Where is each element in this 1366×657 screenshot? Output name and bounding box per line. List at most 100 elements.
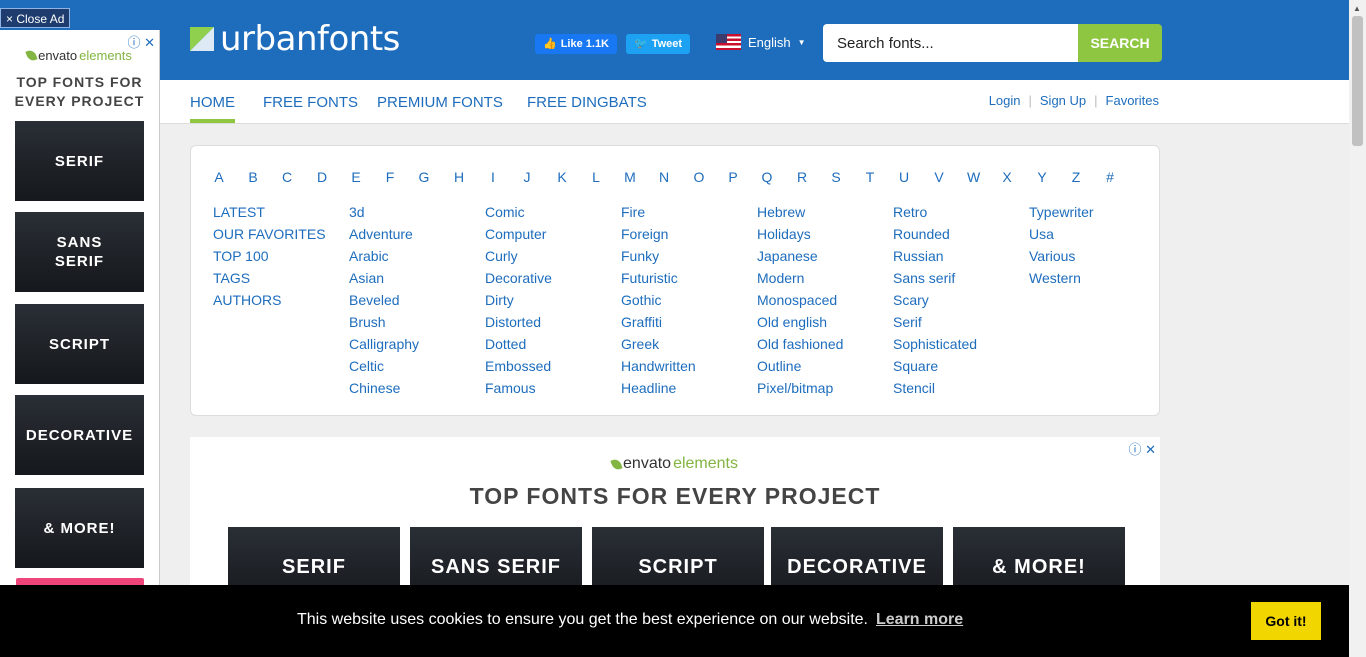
category-link[interactable]: Modern	[757, 267, 843, 289]
category-link[interactable]: Fire	[621, 201, 696, 223]
category-link[interactable]: Famous	[485, 377, 552, 399]
letter-link[interactable]: G	[418, 169, 430, 185]
language-selector[interactable]: English ▼	[716, 34, 806, 50]
scroll-thumb[interactable]	[1352, 16, 1363, 146]
letter-link[interactable]: Q	[761, 169, 773, 185]
category-link[interactable]: Stencil	[893, 377, 977, 399]
scroll-up-icon[interactable]: ▲	[1353, 4, 1361, 13]
category-link[interactable]: Outline	[757, 355, 843, 377]
category-link[interactable]: Western	[1029, 267, 1094, 289]
letter-link[interactable]: X	[1001, 169, 1013, 185]
category-link[interactable]: Graffiti	[621, 311, 696, 333]
category-link[interactable]: Hebrew	[757, 201, 843, 223]
nav-free-dingbats[interactable]: FREE DINGBATS	[527, 94, 647, 111]
category-link[interactable]: Asian	[349, 267, 419, 289]
category-link[interactable]: Monospaced	[757, 289, 843, 311]
category-link[interactable]: Adventure	[349, 223, 419, 245]
category-link[interactable]: Comic	[485, 201, 552, 223]
category-link[interactable]: Embossed	[485, 355, 552, 377]
letter-link[interactable]: V	[933, 169, 945, 185]
site-logo[interactable]: urbanfonts	[190, 22, 400, 56]
category-link[interactable]: Arabic	[349, 245, 419, 267]
side-font-tile[interactable]: SCRIPT	[15, 304, 144, 384]
category-link[interactable]: Beveled	[349, 289, 419, 311]
category-link[interactable]: Dotted	[485, 333, 552, 355]
category-link[interactable]: Old english	[757, 311, 843, 333]
ad-choices-icon[interactable]: ⓘ ✕	[1128, 439, 1156, 458]
category-link[interactable]: Brush	[349, 311, 419, 333]
category-link[interactable]: Headline	[621, 377, 696, 399]
category-link[interactable]: Celtic	[349, 355, 419, 377]
side-ad[interactable]: ⓘ ✕ envato elements TOP FONTS FOR EVERY P…	[0, 30, 160, 630]
tweet-button[interactable]: 🐦 Tweet	[626, 34, 691, 54]
letter-link[interactable]: H	[453, 169, 465, 185]
letter-link[interactable]: A	[213, 169, 225, 185]
category-link[interactable]: Funky	[621, 245, 696, 267]
category-link[interactable]: Square	[893, 355, 977, 377]
letter-link[interactable]: E	[350, 169, 362, 185]
category-link[interactable]: Russian	[893, 245, 977, 267]
category-link[interactable]: Serif	[893, 311, 977, 333]
letter-link[interactable]: D	[316, 169, 328, 185]
letter-link[interactable]: W	[967, 169, 980, 185]
category-link[interactable]: TAGS	[213, 267, 326, 289]
nav-home[interactable]: HOME	[190, 94, 235, 123]
category-link[interactable]: Distorted	[485, 311, 552, 333]
category-link[interactable]: Gothic	[621, 289, 696, 311]
favorites-link[interactable]: Favorites	[1106, 93, 1159, 108]
facebook-like-button[interactable]: 👍 Like 1.1K	[535, 34, 618, 54]
category-link[interactable]: 3d	[349, 201, 419, 223]
letter-link[interactable]: I	[487, 169, 499, 185]
category-link[interactable]: TOP 100	[213, 245, 326, 267]
close-ad-button[interactable]: × Close Ad	[0, 8, 71, 28]
letter-link[interactable]: S	[830, 169, 842, 185]
ad-choices-icon[interactable]: ⓘ ✕	[127, 32, 155, 51]
letter-link[interactable]: U	[898, 169, 910, 185]
letter-link[interactable]: C	[281, 169, 293, 185]
category-link[interactable]: Usa	[1029, 223, 1094, 245]
category-link[interactable]: Foreign	[621, 223, 696, 245]
category-link[interactable]: Dirty	[485, 289, 552, 311]
search-input[interactable]	[823, 24, 1078, 62]
letter-link[interactable]: N	[658, 169, 670, 185]
side-font-tile[interactable]: SANS SERIF	[15, 212, 144, 292]
letter-link[interactable]: #	[1104, 169, 1116, 185]
category-link[interactable]: Decorative	[485, 267, 552, 289]
login-link[interactable]: Login	[989, 93, 1021, 108]
category-link[interactable]: Japanese	[757, 245, 843, 267]
category-link[interactable]: Pixel/bitmap	[757, 377, 843, 399]
category-link[interactable]: Handwritten	[621, 355, 696, 377]
category-link[interactable]: LATEST	[213, 201, 326, 223]
letter-link[interactable]: F	[384, 169, 396, 185]
category-link[interactable]: Sans serif	[893, 267, 977, 289]
category-link[interactable]: Old fashioned	[757, 333, 843, 355]
category-link[interactable]: Sophisticated	[893, 333, 977, 355]
category-link[interactable]: Scary	[893, 289, 977, 311]
category-link[interactable]: Greek	[621, 333, 696, 355]
letter-link[interactable]: Y	[1036, 169, 1048, 185]
letter-link[interactable]: Z	[1070, 169, 1082, 185]
ad-banner[interactable]: ⓘ ✕ envato elements TOP FONTS FOR EVERY P…	[190, 437, 1160, 607]
category-link[interactable]: Computer	[485, 223, 552, 245]
letter-link[interactable]: B	[247, 169, 259, 185]
category-link[interactable]: Rounded	[893, 223, 977, 245]
category-link[interactable]: Typewriter	[1029, 201, 1094, 223]
letter-link[interactable]: O	[693, 169, 705, 185]
scrollbar[interactable]: ▲	[1349, 0, 1366, 657]
letter-link[interactable]: P	[727, 169, 739, 185]
nav-free-fonts[interactable]: FREE FONTS	[263, 94, 358, 111]
category-link[interactable]: Calligraphy	[349, 333, 419, 355]
letter-link[interactable]: K	[556, 169, 568, 185]
letter-link[interactable]: M	[624, 169, 636, 185]
learn-more-link[interactable]: Learn more	[876, 611, 963, 629]
side-font-tile[interactable]: & MORE!	[15, 488, 144, 568]
category-link[interactable]: Holidays	[757, 223, 843, 245]
letter-link[interactable]: R	[796, 169, 808, 185]
category-link[interactable]: Retro	[893, 201, 977, 223]
search-button[interactable]: SEARCH	[1078, 24, 1162, 62]
got-it-button[interactable]: Got it!	[1251, 602, 1321, 640]
side-font-tile[interactable]: SERIF	[15, 121, 144, 201]
category-link[interactable]: Various	[1029, 245, 1094, 267]
category-link[interactable]: Chinese	[349, 377, 419, 399]
category-link[interactable]: OUR FAVORITES	[213, 223, 326, 245]
